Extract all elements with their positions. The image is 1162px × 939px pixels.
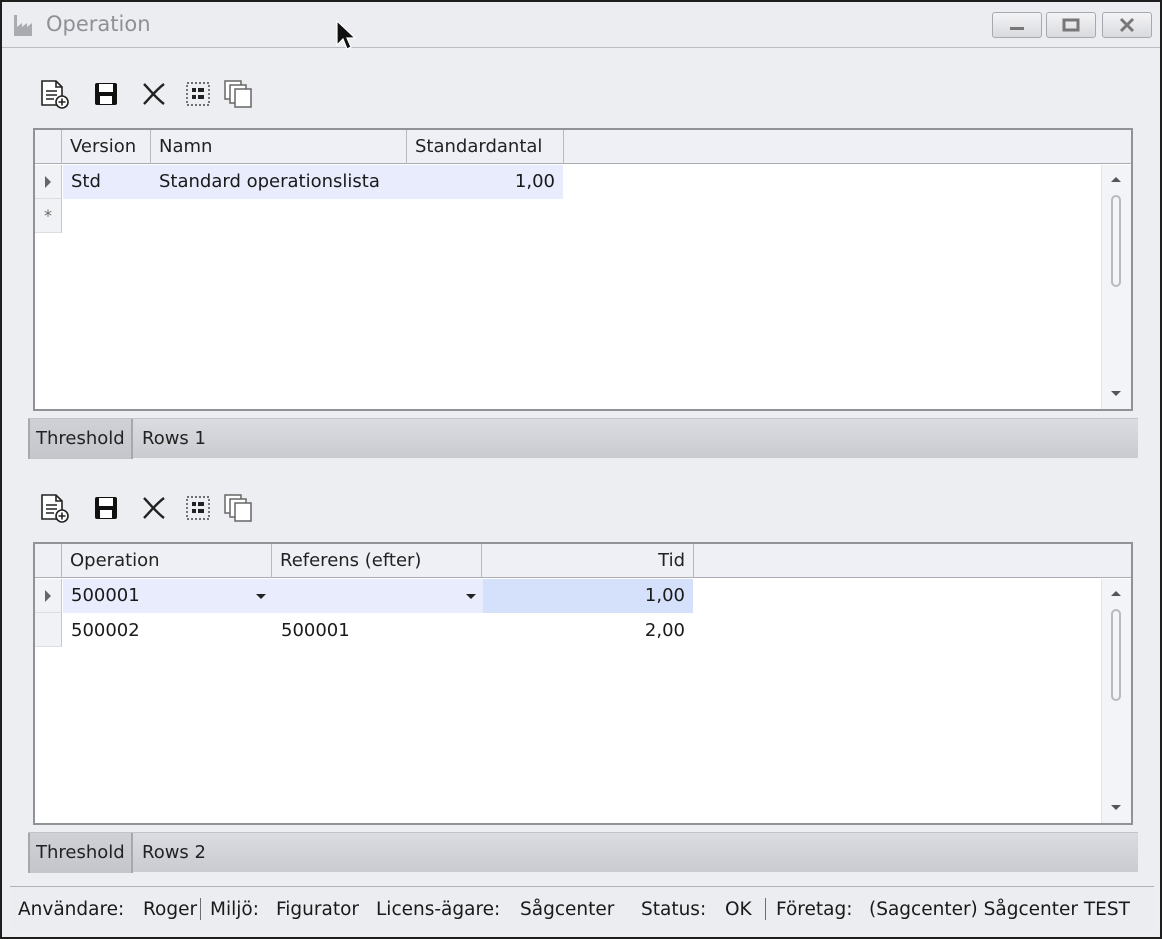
window-title: Operation xyxy=(46,12,151,36)
copy-button[interactable] xyxy=(220,490,256,526)
save-icon xyxy=(95,497,117,519)
status-separator xyxy=(200,898,201,920)
scroll-down-icon[interactable] xyxy=(1111,391,1121,396)
row-count: Rows 1 xyxy=(142,428,206,449)
new-row-selector[interactable]: * xyxy=(35,199,62,233)
maximize-button[interactable] xyxy=(1046,12,1096,38)
grid-footer: Threshold Rows 1 xyxy=(28,418,1138,459)
copy-icon xyxy=(224,80,252,108)
table-cell-standardantal[interactable]: 1,00 xyxy=(407,165,563,199)
column-header-version[interactable]: Version xyxy=(62,130,151,164)
row-pointer-icon xyxy=(45,175,51,188)
grid-footer: Threshold Rows 2 xyxy=(28,832,1138,873)
select-button[interactable] xyxy=(180,490,216,526)
scroll-up-icon[interactable] xyxy=(1111,177,1121,182)
copy-button[interactable] xyxy=(220,76,256,112)
scroll-thumb[interactable] xyxy=(1111,609,1121,701)
license-label: Licens-ägare: xyxy=(376,899,501,920)
environment-label: Miljö: xyxy=(210,899,259,920)
grid-header: Version Namn Standardantal xyxy=(35,130,1131,164)
save-button[interactable] xyxy=(88,490,124,526)
copy-icon xyxy=(224,494,252,522)
vertical-scrollbar[interactable] xyxy=(1101,579,1131,823)
save-button[interactable] xyxy=(88,76,124,112)
operation-window: Operation Version Namn Standardantal Std… xyxy=(0,0,1162,939)
column-header-standardantal[interactable]: Standardantal xyxy=(407,130,564,164)
table-cell-tid[interactable]: 1,00 xyxy=(483,579,693,613)
dropdown-arrow-icon[interactable] xyxy=(466,594,476,599)
maximize-icon xyxy=(1062,18,1080,32)
row-pointer-icon xyxy=(45,589,51,602)
table-cell-version[interactable]: Std xyxy=(63,165,151,199)
save-icon xyxy=(95,83,117,105)
minimize-icon xyxy=(1010,27,1024,30)
delete-icon xyxy=(143,497,165,519)
user-label: Användare: xyxy=(18,899,125,920)
status-label: Status: xyxy=(641,899,707,920)
column-header-namn[interactable]: Namn xyxy=(151,130,407,164)
row-count: Rows 2 xyxy=(142,842,206,863)
new-button[interactable] xyxy=(36,490,72,526)
status-value: OK xyxy=(725,899,752,920)
table-cell-referens[interactable]: 500001 xyxy=(273,614,483,648)
operation-grid: Operation Referens (efter) Tid 500001 1,… xyxy=(33,542,1133,825)
delete-icon xyxy=(143,83,165,105)
dropdown-arrow-icon[interactable] xyxy=(256,594,266,599)
close-button[interactable] xyxy=(1102,12,1152,38)
row-selector[interactable] xyxy=(35,613,62,647)
license-value: Sågcenter xyxy=(520,899,615,920)
table-cell-namn[interactable]: Standard operationslista xyxy=(151,165,407,199)
table-cell-operation[interactable]: 500002 xyxy=(63,614,273,648)
new-row-icon: * xyxy=(44,206,52,225)
version-grid: Version Namn Standardantal Std Standard … xyxy=(33,128,1133,411)
title-bar[interactable]: Operation xyxy=(2,2,1160,48)
scroll-up-icon[interactable] xyxy=(1111,591,1121,596)
operation-value: 500001 xyxy=(71,585,140,606)
status-bar: Användare: Roger Miljö: Figurator Licens… xyxy=(10,886,1154,932)
minimize-button[interactable] xyxy=(992,12,1042,38)
select-button[interactable] xyxy=(180,76,216,112)
factory-icon xyxy=(12,12,38,38)
user-value: Roger xyxy=(143,899,198,920)
threshold-label[interactable]: Threshold xyxy=(28,419,133,459)
delete-button[interactable] xyxy=(136,490,172,526)
new-document-icon xyxy=(41,494,69,523)
row-selector[interactable] xyxy=(35,579,62,613)
grid-header: Operation Referens (efter) Tid xyxy=(35,544,1131,578)
table-cell-operation[interactable]: 500001 xyxy=(63,579,273,613)
header-corner xyxy=(35,130,62,164)
column-header-tid[interactable]: Tid xyxy=(482,544,694,578)
table-cell-tid[interactable]: 2,00 xyxy=(483,614,693,648)
threshold-label[interactable]: Threshold xyxy=(28,833,133,873)
mouse-cursor-icon xyxy=(336,20,356,50)
row-selector[interactable] xyxy=(35,165,62,199)
scroll-thumb[interactable] xyxy=(1111,195,1121,287)
scroll-down-icon[interactable] xyxy=(1111,805,1121,810)
table-cell-referens[interactable] xyxy=(273,579,483,613)
status-separator xyxy=(765,898,766,920)
company-value: (Sagcenter) Sågcenter TEST xyxy=(869,899,1130,920)
environment-value: Figurator xyxy=(276,899,360,920)
close-icon xyxy=(1119,17,1135,33)
select-icon xyxy=(186,82,210,106)
delete-button[interactable] xyxy=(136,76,172,112)
new-button[interactable] xyxy=(36,76,72,112)
company-label: Företag: xyxy=(776,899,853,920)
column-header-operation[interactable]: Operation xyxy=(62,544,272,578)
select-icon xyxy=(186,496,210,520)
header-corner xyxy=(35,544,62,578)
column-header-referens[interactable]: Referens (efter) xyxy=(272,544,482,578)
new-document-icon xyxy=(41,80,69,109)
vertical-scrollbar[interactable] xyxy=(1101,165,1131,409)
